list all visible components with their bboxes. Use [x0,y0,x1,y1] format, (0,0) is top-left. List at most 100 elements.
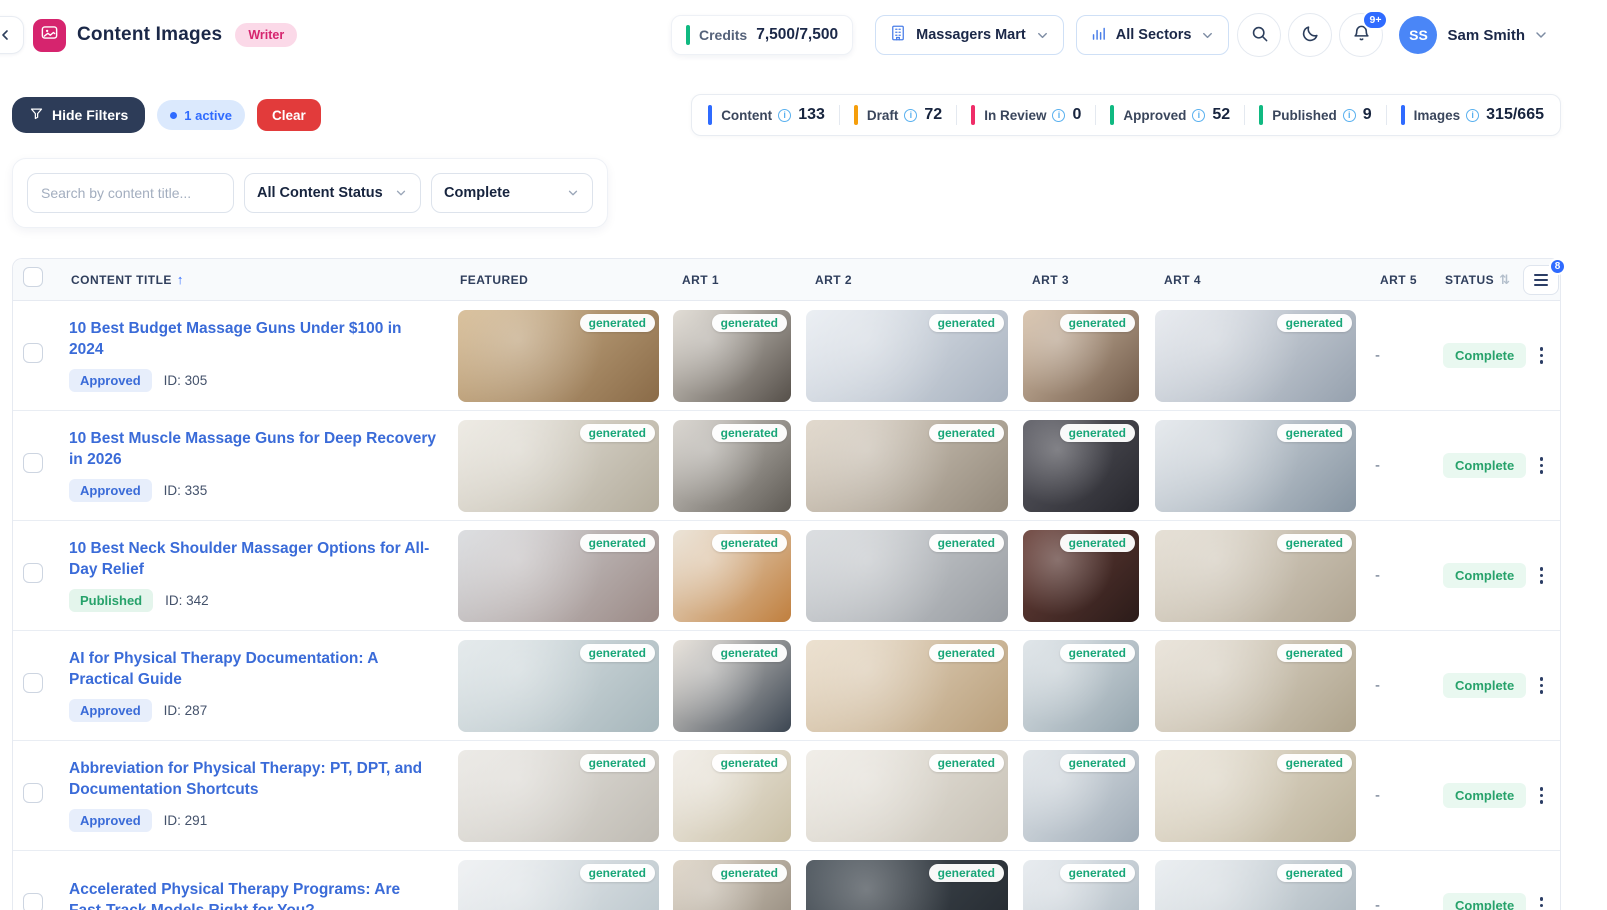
art1-thumbnail[interactable]: generated [673,750,791,842]
stat-bar [854,105,858,125]
generated-badge: generated [1277,864,1352,882]
art1-thumbnail[interactable]: generated [673,640,791,732]
back-button[interactable] [0,16,24,54]
workspace-label: Massagers Mart [916,27,1026,43]
hide-filters-button[interactable]: Hide Filters [12,97,145,133]
content-title-link[interactable]: 10 Best Muscle Massage Guns for Deep Rec… [69,429,439,471]
theme-toggle-button[interactable] [1288,13,1332,57]
sector-dropdown[interactable]: All Sectors [1076,15,1230,55]
art3-thumbnail[interactable]: generated [1023,860,1139,910]
row-actions-menu[interactable] [1528,889,1556,910]
stat-bar [971,105,975,125]
art4-thumbnail[interactable]: generated [1155,310,1356,402]
art4-thumbnail[interactable]: generated [1155,420,1356,512]
content-title-link[interactable]: 10 Best Budget Massage Guns Under $100 i… [69,319,439,361]
art2-thumbnail[interactable]: generated [806,420,1008,512]
featured-thumbnail[interactable]: generated [458,310,659,402]
generated-badge: generated [1060,864,1135,882]
art3-thumbnail[interactable]: generated [1023,750,1139,842]
credits-bar [686,25,690,45]
row-actions-menu[interactable] [1528,669,1556,703]
user-menu[interactable]: SS Sam Smith [1399,16,1549,54]
art3-thumbnail[interactable]: generated [1023,640,1139,732]
app-logo [33,19,66,52]
row-checkbox[interactable] [23,453,43,473]
generated-badge: generated [712,644,787,662]
content-title-link[interactable]: Abbreviation for Physical Therapy: PT, D… [69,759,439,801]
image-status-badge: Complete [1443,673,1526,698]
workspace-dropdown[interactable]: Massagers Mart [875,15,1064,55]
row-actions-menu[interactable] [1528,559,1556,593]
row-checkbox[interactable] [23,783,43,803]
image-icon [40,23,59,47]
generated-badge: generated [580,644,655,662]
stat-content: Content i 133 [708,105,825,125]
info-icon: i [778,109,791,122]
row-actions-menu[interactable] [1528,449,1556,483]
art4-thumbnail[interactable]: generated [1155,860,1356,910]
role-badge: Writer [235,23,297,47]
generated-badge: generated [929,314,1004,332]
generated-badge: generated [1060,534,1135,552]
art4-thumbnail[interactable]: generated [1155,640,1356,732]
generated-badge: generated [580,534,655,552]
art2-thumbnail[interactable]: generated [806,860,1008,910]
select-all-checkbox[interactable] [23,267,43,287]
table-row: 10 Best Budget Massage Guns Under $100 i… [13,301,1560,411]
art3-thumbnail[interactable]: generated [1023,420,1139,512]
bar-chart-icon [1090,25,1107,46]
art1-thumbnail[interactable]: generated [673,310,791,402]
image-status-badge: Complete [1443,783,1526,808]
column-content-title[interactable]: CONTENT TITLE ↑ [61,272,451,287]
art2-thumbnail[interactable]: generated [806,750,1008,842]
column-art1: ART 1 [666,273,799,287]
content-title-link[interactable]: 10 Best Neck Shoulder Massager Options f… [69,539,439,581]
row-checkbox[interactable] [23,563,43,583]
art1-thumbnail[interactable]: generated [673,420,791,512]
hide-filters-label: Hide Filters [52,107,128,123]
art3-thumbnail[interactable]: generated [1023,310,1139,402]
content-id: ID: 305 [164,373,208,388]
search-input[interactable] [27,173,234,213]
row-checkbox[interactable] [23,343,43,363]
art2-thumbnail[interactable]: generated [806,310,1008,402]
search-button[interactable] [1237,13,1281,57]
top-header: Content Images Writer Credits 7,500/7,50… [0,0,1607,70]
row-actions-menu[interactable] [1528,339,1556,373]
generated-badge: generated [1277,314,1352,332]
featured-thumbnail[interactable]: generated [458,420,659,512]
featured-thumbnail[interactable]: generated [458,750,659,842]
image-status-dropdown[interactable]: Complete [431,173,593,213]
status-badge: Approved [69,479,152,502]
art1-thumbnail[interactable]: generated [673,530,791,622]
featured-thumbnail[interactable]: generated [458,640,659,732]
row-checkbox[interactable] [23,673,43,693]
art1-thumbnail[interactable]: generated [673,860,791,910]
generated-badge: generated [929,754,1004,772]
sort-ascending-icon[interactable]: ↑ [177,272,184,287]
art3-thumbnail[interactable]: generated [1023,530,1139,622]
table-menu-button[interactable]: 8 [1523,265,1559,295]
art2-thumbnail[interactable]: generated [806,640,1008,732]
filter-card: All Content Status Complete [12,158,608,228]
content-id: ID: 342 [165,593,209,608]
art4-thumbnail[interactable]: generated [1155,750,1356,842]
content-status-dropdown[interactable]: All Content Status [244,173,421,213]
generated-badge: generated [929,864,1004,882]
featured-thumbnail[interactable]: generated [458,530,659,622]
notifications-button[interactable]: 9+ [1339,13,1383,57]
stat-approved: Approved i 52 [1110,105,1230,125]
row-actions-menu[interactable] [1528,779,1556,813]
row-checkbox[interactable] [23,893,43,910]
content-title-link[interactable]: AI for Physical Therapy Documentation: A… [69,649,439,691]
menu-count-badge: 8 [1549,258,1566,275]
featured-thumbnail[interactable]: generated [458,860,659,910]
clear-filters-button[interactable]: Clear [257,99,321,131]
sort-icon[interactable]: ⇅ [1499,272,1510,288]
active-filters-pill: 1 active [157,100,245,130]
content-title-link[interactable]: Accelerated Physical Therapy Programs: A… [69,880,439,910]
art4-thumbnail[interactable]: generated [1155,530,1356,622]
column-status[interactable]: STATUS ⇅ [1421,272,1521,288]
art2-thumbnail[interactable]: generated [806,530,1008,622]
stat-in-review: In Review i 0 [971,105,1081,125]
